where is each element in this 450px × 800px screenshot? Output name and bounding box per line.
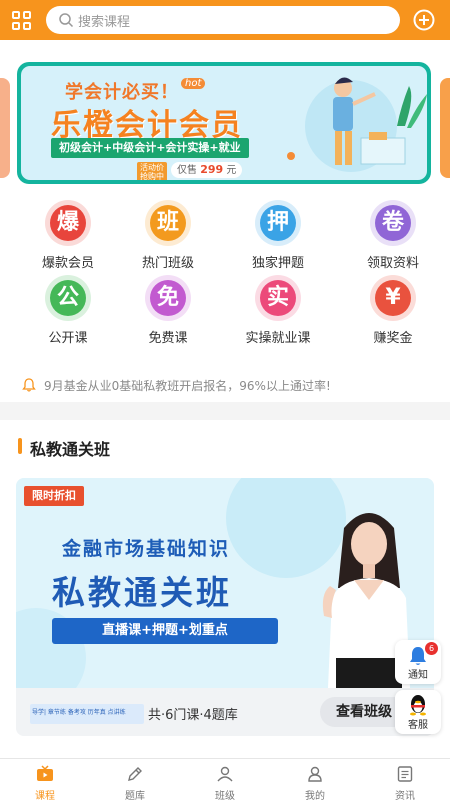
category-item[interactable]: 免免费课: [123, 275, 213, 346]
category-glyph: 实: [260, 280, 296, 316]
banner-inner: 学会计必买！ hot 乐橙会计会员 初级会计+中级会计+会计实操+就业 活动价抢…: [21, 66, 427, 180]
category-glyph: 免: [150, 280, 186, 316]
tab-mine[interactable]: 我的: [270, 759, 360, 800]
price-value: 299: [200, 163, 224, 176]
notify-label: 通知: [408, 670, 428, 681]
tv-icon: [37, 765, 53, 781]
category-icon: 免: [145, 275, 191, 321]
search-input[interactable]: 搜索课程: [46, 6, 400, 34]
qq-penguin-icon: [410, 695, 426, 716]
category-label: 独家押题: [251, 256, 304, 271]
section-title: 私教通关班: [30, 440, 111, 459]
category-item[interactable]: 卷领取资料: [348, 200, 438, 271]
tab-label: 题库: [125, 791, 145, 800]
carousel-prev-peek[interactable]: [0, 78, 10, 178]
tab-label: 班级: [215, 791, 235, 800]
category-label: 公开课: [48, 331, 88, 346]
category-label: 领取资料: [366, 256, 419, 271]
notice-text: 9月基金从业0基础私教班开启报名，96%以上通过率!: [44, 379, 331, 393]
category-glyph: 卷: [375, 205, 411, 241]
category-label: 热门班级: [141, 256, 194, 271]
group-icon: [217, 766, 233, 782]
grid-icon[interactable]: [12, 11, 32, 31]
banner-subtitle: 初级会计+中级会计+会计实操+就业: [51, 138, 249, 158]
category-item[interactable]: 实实操就业课: [233, 275, 323, 346]
course-meta: 共·6门课·4题库: [148, 708, 238, 723]
tab-label: 资讯: [395, 791, 415, 800]
bottom-tab-bar: 课程 题库 班级 我的 资讯: [0, 758, 450, 800]
tab-questions[interactable]: 题库: [90, 759, 180, 800]
promo-banner[interactable]: 学会计必买！ hot 乐橙会计会员 初级会计+中级会计+会计实操+就业 活动价抢…: [17, 62, 431, 184]
price-unit: 元: [226, 165, 237, 176]
tab-label: 我的: [305, 791, 325, 800]
category-glyph: 押: [260, 205, 296, 241]
notice-bar[interactable]: 9月基金从业0基础私教班开启报名，96%以上通过率!: [0, 366, 450, 402]
course-cover: 限时折扣 金融市场基础知识 私教通关班 直播课+押题+划重点: [16, 478, 434, 688]
course-features: 直播课+押题+划重点: [52, 618, 278, 644]
category-glyph: 爆: [50, 205, 86, 241]
category-icon: 班: [145, 200, 191, 246]
service-label: 客服: [408, 720, 428, 731]
course-features-text: 直播课+押题+划重点: [102, 623, 228, 638]
category-label: 实操就业课: [245, 331, 311, 346]
course-title: 私教通关班: [52, 573, 232, 612]
course-footer: 导学| 章节练 备考攻 历年真 点讲练 共·6门课·4题库 查看班级: [16, 688, 434, 736]
mini-banner: 导学| 章节练 备考攻 历年真 点讲练: [30, 704, 144, 724]
category-item[interactable]: 公公开课: [23, 275, 113, 346]
section-accent: [18, 438, 22, 454]
category-icon: 卷: [370, 200, 416, 246]
search-icon: [59, 13, 74, 28]
price-prefix: 仅售: [177, 165, 197, 176]
pencil-icon: [128, 767, 142, 781]
category-label: 爆款会员: [41, 256, 94, 271]
category-icon: ¥: [370, 275, 416, 321]
top-bar: 搜索课程: [0, 0, 450, 40]
promo-label: 活动价 抢购中: [137, 162, 167, 180]
category-glyph: 班: [150, 205, 186, 241]
tab-course[interactable]: 课程: [0, 759, 90, 800]
service-button[interactable]: 客服: [395, 690, 441, 734]
news-icon: [397, 766, 413, 782]
tab-label: 课程: [35, 791, 55, 800]
category-icon: 爆: [45, 200, 91, 246]
category-glyph: 公: [50, 280, 86, 316]
tab-news[interactable]: 资讯: [360, 759, 450, 800]
price-tag: 仅售 299 元: [171, 162, 243, 178]
banner-illustration: [287, 77, 427, 172]
category-label: 赚奖金: [373, 331, 413, 346]
user-icon: [308, 766, 322, 782]
category-label: 免费课: [148, 331, 188, 346]
category-item[interactable]: 爆爆款会员: [23, 200, 113, 271]
hot-tag: hot: [181, 78, 206, 89]
course-card[interactable]: 限时折扣 金融市场基础知识 私教通关班 直播课+押题+划重点 导学| 章节练 备…: [16, 478, 434, 736]
notify-badge: 6: [425, 642, 438, 655]
course-subtitle: 金融市场基础知识: [62, 538, 231, 560]
bell-icon: [22, 378, 36, 392]
carousel-next-peek[interactable]: [440, 78, 450, 178]
category-icon: 公: [45, 275, 91, 321]
discount-tag: 限时折扣: [24, 486, 84, 506]
plus-circle-icon[interactable]: [412, 8, 436, 32]
category-item[interactable]: 班热门班级: [123, 200, 213, 271]
search-placeholder: 搜索课程: [78, 15, 131, 30]
mini-banner-text: 导学| 章节练 备考攻 历年真 点讲练: [32, 709, 126, 716]
notify-button[interactable]: 6 通知: [395, 640, 441, 684]
category-item[interactable]: 押独家押题: [233, 200, 323, 271]
category-icon: 押: [255, 200, 301, 246]
category-icon: 实: [255, 275, 301, 321]
category-item[interactable]: ¥ 赚奖金: [348, 275, 438, 346]
tab-class[interactable]: 班级: [180, 759, 270, 800]
category-glyph: ¥: [375, 280, 411, 316]
